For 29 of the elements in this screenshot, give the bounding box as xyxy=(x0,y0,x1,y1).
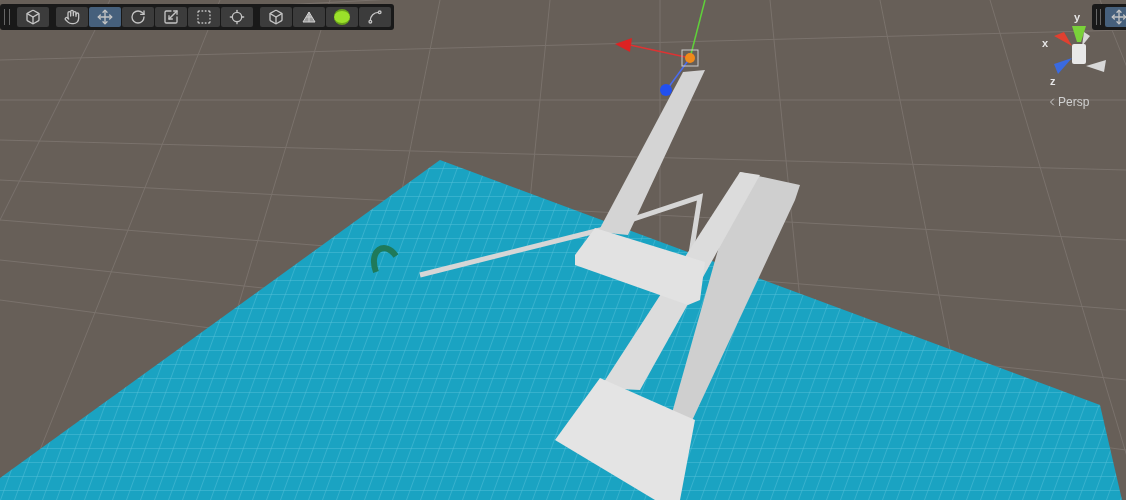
scale-icon xyxy=(163,9,179,25)
tool-button[interactable] xyxy=(17,7,49,27)
tool-button[interactable] xyxy=(1105,7,1126,27)
rect-icon xyxy=(196,9,212,25)
crosshair-icon xyxy=(229,9,245,25)
tool-button[interactable] xyxy=(293,7,325,27)
move-icon xyxy=(97,9,113,25)
tool-button[interactable] xyxy=(188,7,220,27)
drag-handle-icon[interactable] xyxy=(4,9,10,25)
move-icon xyxy=(1110,9,1126,25)
axis-label: z xyxy=(1050,76,1056,87)
hand-icon xyxy=(64,9,80,25)
projection-label[interactable]: Persp xyxy=(1058,96,1090,108)
tool-button[interactable] xyxy=(155,7,187,27)
drag-handle-icon[interactable] xyxy=(1096,9,1102,25)
cube-icon xyxy=(25,9,41,25)
tool-button[interactable] xyxy=(260,7,292,27)
snap-icon xyxy=(367,9,383,25)
tool-button[interactable] xyxy=(359,7,391,27)
axis-label: x xyxy=(1042,38,1049,49)
rotate-icon xyxy=(130,9,146,25)
tool-button[interactable] xyxy=(89,7,121,27)
tool-button[interactable] xyxy=(221,7,253,27)
axis-label: y xyxy=(1074,12,1081,23)
mesh-icon xyxy=(301,9,317,25)
tool-button[interactable] xyxy=(326,7,358,27)
cube-icon xyxy=(268,9,284,25)
tool-button[interactable] xyxy=(122,7,154,27)
tool-button[interactable] xyxy=(56,7,88,27)
